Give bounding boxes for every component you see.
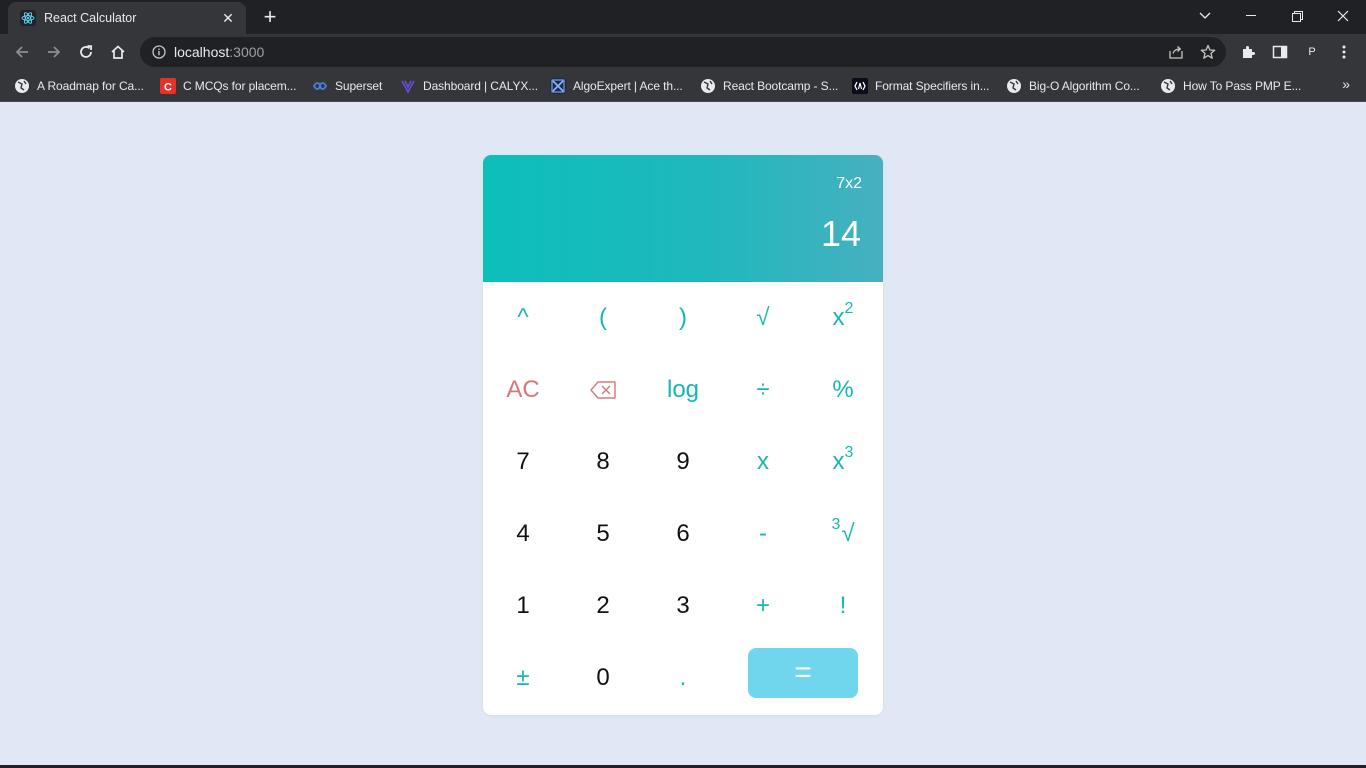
square-root-button[interactable]: √ [723,282,803,354]
digit-6-button[interactable]: 6 [643,498,723,570]
close-paren-button[interactable]: ) [643,282,723,354]
bookmark-label: C MCQs for placem... [183,79,297,93]
bookmark-item[interactable]: React Bootcamp - S... [700,76,838,96]
tab-react-calculator[interactable]: React Calculator ✕ [8,2,246,34]
superset-icon [312,78,328,94]
bookmark-label: Big-O Algorithm Co... [1029,79,1140,93]
cube-button[interactable]: x3 [803,426,883,498]
digit-7-button[interactable]: 7 [483,426,563,498]
new-tab-button[interactable]: + [258,5,282,29]
bookmark-label: Format Specifiers in... [875,79,990,93]
square-exponent: 2 [844,300,854,317]
back-button[interactable] [8,38,36,66]
multiply-button[interactable]: x [723,426,803,498]
bookmark-label: AlgoExpert | Ace th... [573,79,683,93]
expression-display: 7x2 [836,175,862,192]
backspace-button[interactable] [563,354,643,426]
profile-avatar[interactable]: P [1302,42,1322,62]
digit-2-button[interactable]: 2 [563,570,643,642]
equals-button[interactable]: = [748,648,858,698]
digit-8-button[interactable]: 8 [563,426,643,498]
bookmark-label: A Roadmap for Ca... [37,79,144,93]
plus-minus-button[interactable]: ± [483,642,563,714]
restore-button[interactable] [1274,0,1320,32]
tab-close-icon[interactable]: ✕ [220,10,236,26]
decimal-button[interactable]: . [643,642,723,714]
cube-root-sign: √ [841,520,855,547]
cube-root-button[interactable]: 3 √ [803,498,883,570]
tab-title: React Calculator [44,11,137,25]
percent-button[interactable]: % [803,354,883,426]
svg-text:C: C [164,82,172,94]
bookmark-label: Superset [335,79,383,93]
side-panel-icon[interactable] [1270,42,1290,62]
bookmark-star-icon[interactable] [1200,44,1216,60]
bookmark-item[interactable]: Format Specifiers in... [852,76,990,96]
tab-search-icon[interactable] [1182,0,1228,32]
digit-3-button[interactable]: 3 [643,570,723,642]
bookmark-item[interactable]: A Roadmap for Ca... [14,76,144,96]
bookmark-item[interactable]: Dashboard | CALYX... [400,76,538,96]
bookmark-item[interactable]: C C MCQs for placem... [160,76,296,96]
format-icon [852,78,868,94]
bookmark-item[interactable]: AlgoExpert | Ace th... [550,76,683,96]
cube-root-index: 3 [831,516,841,533]
more-bookmarks-icon[interactable]: » [1342,76,1350,92]
extensions-icon[interactable] [1238,42,1258,62]
calyx-icon [400,78,416,94]
all-clear-button[interactable]: AC [483,354,563,426]
digit-0-button[interactable]: 0 [563,642,643,714]
digit-1-button[interactable]: 1 [483,570,563,642]
open-paren-button[interactable]: ( [563,282,643,354]
globe-icon [14,78,30,94]
close-window-button[interactable] [1320,0,1366,32]
minus-button[interactable]: - [723,498,803,570]
digit-9-button[interactable]: 9 [643,426,723,498]
bookmarks-bar: A Roadmap for Ca... C C MCQs for placem.… [0,70,1366,102]
log-button[interactable]: log [643,354,723,426]
calculator: 7x2 14 ^ ( ) √ x2 AC log ÷ % 7 8 9 x x3 … [483,155,883,715]
digit-4-button[interactable]: 4 [483,498,563,570]
bookmark-label: Dashboard | CALYX... [423,79,538,93]
calculator-display: 7x2 14 [483,155,883,282]
minimize-button[interactable] [1228,0,1274,32]
bookmark-item[interactable]: Superset [312,76,382,96]
bookmark-label: React Bootcamp - S... [723,79,839,93]
plus-button[interactable]: + [723,570,803,642]
bookmark-item[interactable]: How To Pass PMP E... [1160,76,1301,96]
globe-icon [700,78,716,94]
tab-strip: React Calculator ✕ + [0,0,1366,34]
address-bar[interactable]: localhost:3000 [140,37,1226,67]
reload-button[interactable] [72,38,100,66]
url-port: :3000 [229,44,265,60]
browser-toolbar: localhost:3000 P [0,34,1366,70]
globe-icon [1006,78,1022,94]
c-logo-icon: C [160,78,176,94]
factorial-button[interactable]: ! [803,570,883,642]
menu-kebab-icon[interactable] [1334,42,1354,62]
digit-5-button[interactable]: 5 [563,498,643,570]
square-base: x [832,304,845,331]
bookmark-label: How To Pass PMP E... [1183,79,1302,93]
react-logo-icon [20,10,36,26]
power-button[interactable]: ^ [483,282,563,354]
url-host: localhost [174,44,230,60]
home-button[interactable] [104,38,132,66]
algoexpert-icon [550,78,566,94]
site-info-icon[interactable] [152,45,166,59]
backspace-icon [590,381,616,399]
forward-button[interactable] [40,38,68,66]
result-display: 14 [820,213,861,254]
divide-button[interactable]: ÷ [723,354,803,426]
cube-exponent: 3 [844,444,854,461]
square-button[interactable]: x2 [803,282,883,354]
globe-icon [1160,78,1176,94]
share-icon[interactable] [1168,44,1184,60]
bookmark-item[interactable]: Big-O Algorithm Co... [1006,76,1140,96]
cube-base: x [832,448,845,475]
